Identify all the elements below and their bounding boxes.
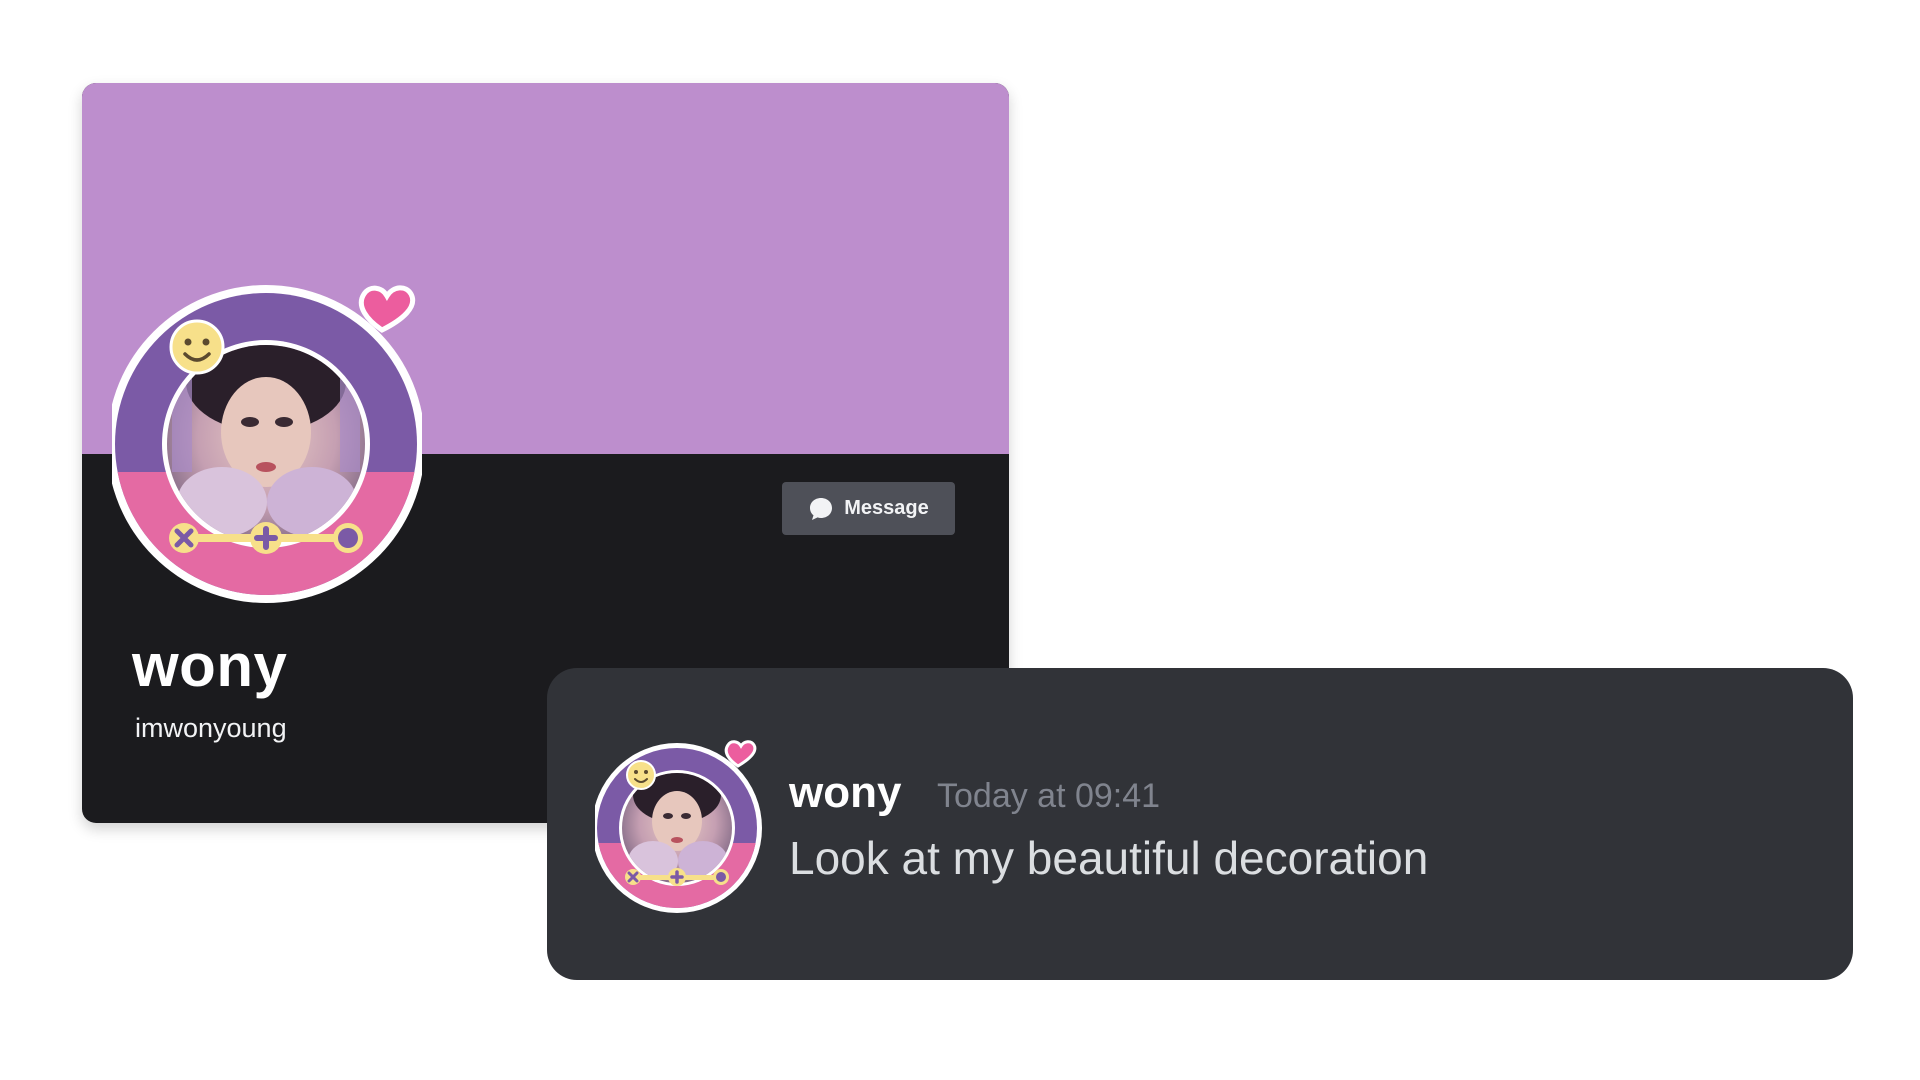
chat-avatar[interactable] [592, 733, 765, 913]
chat-timestamp: Today at 09:41 [937, 777, 1161, 815]
profile-avatar[interactable] [107, 272, 425, 612]
dot-icon [333, 523, 363, 553]
message-button-label: Message [844, 497, 929, 519]
smiley-icon [626, 760, 656, 790]
display-name: wony [132, 632, 288, 699]
plus-icon [250, 522, 282, 554]
x-icon [169, 523, 199, 553]
dot-icon [713, 869, 729, 885]
chat-bubble-icon [808, 496, 834, 522]
chat-author-name[interactable]: wony [789, 768, 901, 818]
plus-icon [668, 868, 686, 886]
chat-message-text: Look at my beautiful decoration [789, 832, 1429, 884]
chat-message-card: wony Today at 09:41 Look at my beautiful… [547, 668, 1853, 980]
message-button[interactable]: Message [782, 482, 955, 535]
smiley-icon [169, 319, 225, 375]
stage: Message wony imwonyoung wony Today at 09… [0, 0, 1920, 1080]
username: imwonyoung [135, 713, 287, 743]
x-icon [625, 869, 641, 885]
